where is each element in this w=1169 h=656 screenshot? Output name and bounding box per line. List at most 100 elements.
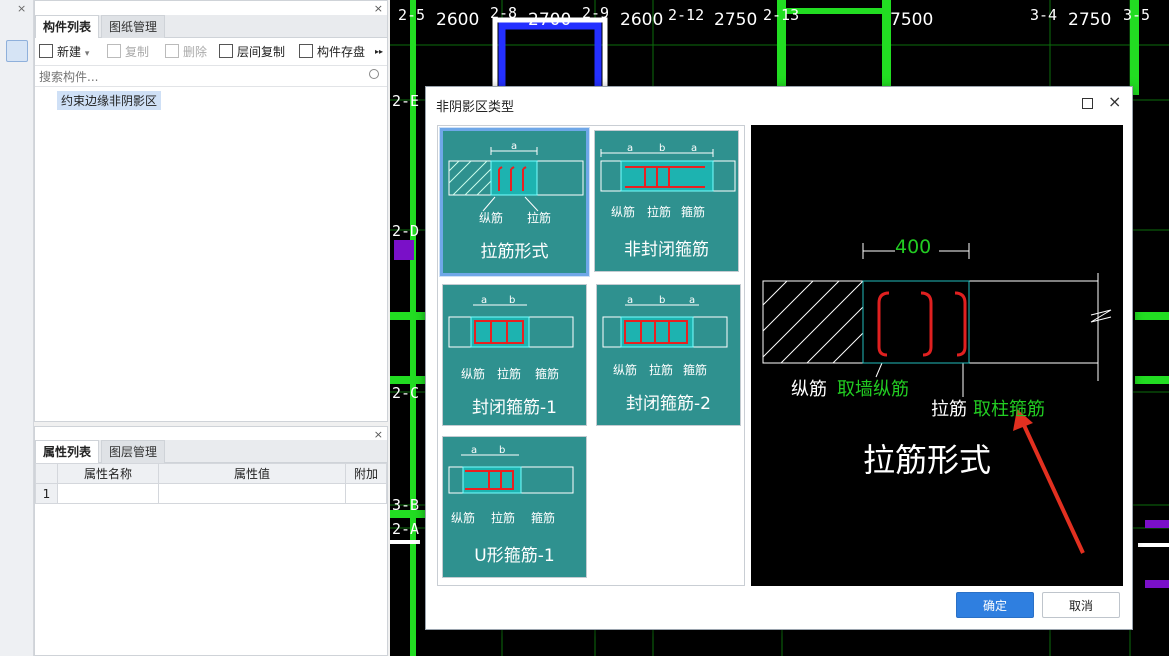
option-u-stirrup-1[interactable]: 纵筋 拉筋 箍筋 a b U形箍筋-1 [442, 436, 587, 578]
preview-label-longitudinal: 纵筋 [791, 379, 827, 400]
option-open-stirrup[interactable]: 纵筋 拉筋 箍筋 a b a 非封闭箍筋 [594, 130, 739, 272]
dimension-label: a [481, 295, 488, 306]
grid-label: 3-B [392, 496, 420, 514]
component-panel-close-icon[interactable]: × [374, 2, 383, 15]
delete-button[interactable]: 删除 [165, 43, 207, 61]
grid-label: 3-4 [1030, 6, 1058, 24]
table-row[interactable]: 1 [35, 483, 387, 504]
tab-layer-management[interactable]: 图层管理 [101, 440, 166, 463]
left-strip: × [0, 0, 34, 656]
component-panel-tabs: 构件列表 图纸管理 [35, 15, 387, 38]
trash-icon [165, 44, 179, 58]
property-table: 属性名称 属性值 附加 1 [35, 463, 387, 504]
grid-label: 2-E [392, 92, 420, 110]
toolbar-overflow-icon[interactable]: ▸▸ [375, 43, 383, 61]
dimension-label: b [659, 143, 666, 154]
label-tie-bar: 拉筋 [497, 367, 522, 381]
dimension-label: b [659, 295, 666, 306]
label-stirrup: 箍筋 [531, 511, 556, 525]
option-name: 拉筋形式 [480, 242, 549, 262]
strip-close-icon[interactable]: × [17, 2, 26, 15]
grid-label: 2-13 [763, 6, 800, 24]
grid-label: 2-9 [582, 4, 610, 22]
label-tie-bar: 拉筋 [527, 211, 552, 225]
dimension-label: a [689, 295, 696, 306]
label-tie-bar: 拉筋 [491, 511, 516, 525]
label-longitudinal: 纵筋 [613, 363, 638, 377]
tab-component-list[interactable]: 构件列表 [35, 15, 100, 38]
col-property-name: 属性名称 [57, 463, 159, 484]
preview-diagram [762, 243, 1112, 554]
preview-note-longitudinal: 取墙纵筋 [837, 379, 909, 400]
preview-label-tie: 拉筋 [931, 399, 967, 420]
property-panel-tabs: 属性列表 图层管理 [35, 440, 387, 463]
non-shadow-type-dialog: 非阴影区类型 × 纵筋 拉筋 a 拉筋形式 纵筋 拉筋 箍筋 a b a 非封闭… [425, 86, 1133, 630]
tab-property-list[interactable]: 属性列表 [35, 440, 100, 463]
label-stirrup: 箍筋 [535, 367, 560, 381]
component-panel: × 构件列表 图纸管理 新建 ▾ 复制 删除 层间复制 构件存盘 ▸▸ 约束边缘… [34, 0, 388, 422]
maximize-icon[interactable] [1082, 98, 1093, 109]
type-options-grid: 纵筋 拉筋 a 拉筋形式 纵筋 拉筋 箍筋 a b a 非封闭箍筋 纵筋 拉筋 … [437, 125, 745, 586]
option-name: 封闭箍筋-2 [626, 394, 711, 414]
search-icon[interactable] [369, 69, 379, 79]
option-name: U形箍筋-1 [474, 546, 555, 566]
grid-label: 2-C [392, 384, 420, 402]
preview-note-tie: 取柱箍筋 [973, 399, 1045, 420]
preview-title: 拉筋形式 [863, 441, 992, 479]
tree-item-constraint-edge[interactable]: 约束边缘非阴影区 [57, 91, 162, 110]
grid-label: 2-D [392, 222, 420, 240]
dimension-label: a [471, 445, 478, 456]
option-name: 非封闭箍筋 [624, 240, 709, 260]
copy-button[interactable]: 复制 [107, 43, 149, 61]
copy-icon [107, 44, 121, 58]
dialog-title: 非阴影区类型 [436, 100, 515, 115]
label-tie-bar: 拉筋 [649, 363, 674, 377]
preview-dimension: 400 [895, 236, 932, 258]
option-closed-stirrup-2[interactable]: 纵筋 拉筋 箍筋 a b a 封闭箍筋-2 [596, 284, 741, 426]
grid-label: 2-A [392, 520, 420, 538]
preview-panel: 400 纵筋 取墙纵筋 拉筋 取柱箍筋 拉筋形式 [751, 125, 1123, 586]
dimension-label: a [627, 295, 634, 306]
new-button[interactable]: 新建 ▾ [39, 43, 89, 61]
save-icon [299, 44, 313, 58]
close-icon[interactable]: × [1108, 92, 1121, 111]
save-component-button[interactable]: 构件存盘 [299, 43, 365, 61]
option-closed-stirrup-1[interactable]: 纵筋 拉筋 箍筋 a b 封闭箍筋-1 [442, 284, 587, 426]
label-longitudinal: 纵筋 [611, 205, 636, 219]
search-input[interactable] [37, 68, 361, 85]
component-search [35, 65, 387, 87]
new-icon [39, 44, 53, 58]
cancel-button[interactable]: 取消 [1042, 592, 1120, 618]
label-tie-bar: 拉筋 [647, 205, 672, 219]
list-view-icon[interactable] [6, 40, 28, 62]
grid-label: 2-8 [490, 4, 518, 22]
dimension-text: 2600 [436, 10, 480, 30]
property-panel: × 属性列表 图层管理 属性名称 属性值 附加 1 [34, 426, 388, 656]
grid-label: 3-5 [1123, 6, 1151, 24]
col-additional: 附加 [345, 463, 387, 484]
label-longitudinal: 纵筋 [451, 511, 476, 525]
label-stirrup: 箍筋 [681, 205, 706, 219]
dimension-label: a [691, 143, 698, 154]
grid-label: 2-12 [668, 6, 705, 24]
component-toolbar: 新建 ▾ 复制 删除 层间复制 构件存盘 ▸▸ [35, 39, 387, 65]
dimension-label: a [627, 143, 634, 154]
option-name: 封闭箍筋-1 [472, 398, 557, 418]
floor-copy-icon [219, 44, 233, 58]
col-property-value: 属性值 [158, 463, 346, 484]
row-number: 1 [35, 483, 58, 504]
ok-button[interactable]: 确定 [956, 592, 1034, 618]
dimension-text: 2700 [528, 10, 572, 30]
dimension-label: b [509, 295, 516, 306]
option-tie-bar-form[interactable]: 纵筋 拉筋 a 拉筋形式 [440, 128, 589, 276]
dimension-label: b [499, 445, 506, 456]
label-longitudinal: 纵筋 [461, 367, 486, 381]
tab-drawing-management[interactable]: 图纸管理 [101, 15, 166, 38]
dimension-label: a [511, 141, 518, 152]
dimension-text: 7500 [890, 10, 934, 30]
floor-copy-button[interactable]: 层间复制 [219, 43, 285, 61]
dimension-text: 2600 [620, 10, 664, 30]
dimension-text: 2750 [714, 10, 758, 30]
label-stirrup: 箍筋 [683, 363, 708, 377]
label-longitudinal: 纵筋 [479, 211, 504, 225]
